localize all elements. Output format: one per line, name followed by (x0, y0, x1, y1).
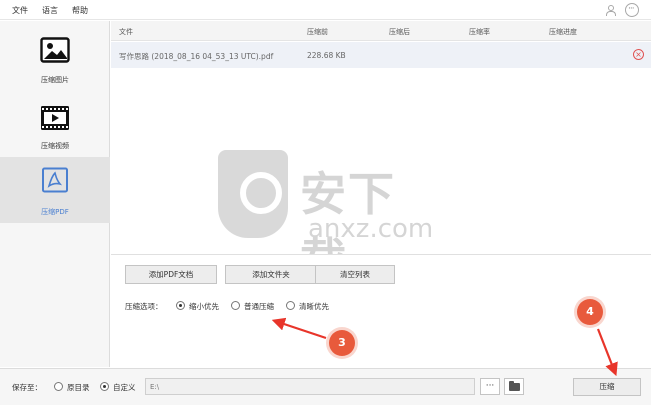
chat-icon[interactable] (625, 3, 639, 17)
save-bar: 保存至： 原目录 自定义 ··· 压缩 (0, 368, 651, 405)
sidebar: 压缩图片 压缩视频 压缩PDF (0, 21, 110, 367)
video-icon (41, 106, 69, 130)
browse-button[interactable]: ··· (480, 378, 500, 395)
open-folder-button[interactable] (504, 378, 524, 395)
sidebar-item-label: 压缩PDF (41, 208, 69, 216)
custom-dir-radio[interactable] (100, 382, 109, 391)
save-path-input[interactable] (145, 378, 475, 395)
menu-bar: 文件 语言 帮助 (0, 0, 651, 20)
original-dir-label[interactable]: 原目录 (67, 382, 90, 393)
add-pdf-button[interactable]: 添加PDF文档 (125, 265, 217, 284)
watermark-domain: anxz.com (308, 214, 434, 244)
add-folder-button[interactable]: 添加文件夹 (225, 265, 317, 284)
clear-list-button[interactable]: 清空列表 (315, 265, 395, 284)
option-size-first-label[interactable]: 缩小优先 (189, 301, 219, 312)
column-header-before[interactable]: 压缩前 (307, 27, 328, 37)
custom-dir-label[interactable]: 自定义 (113, 382, 136, 393)
column-header-rate[interactable]: 压缩率 (469, 27, 490, 37)
option-normal-label[interactable]: 普通压缩 (244, 301, 274, 312)
size-before-cell: 228.68 KB (307, 51, 346, 60)
menu-language[interactable]: 语言 (42, 5, 58, 16)
sidebar-item-compress-video[interactable]: 压缩视频 (0, 99, 110, 165)
column-header-after[interactable]: 压缩后 (389, 27, 410, 37)
option-clarity-first-radio[interactable] (286, 301, 295, 310)
remove-file-icon[interactable]: × (633, 49, 644, 60)
annotation-step-3: 3 (329, 330, 355, 356)
file-name-cell: 写作思路 (2018_08_16 04_53_13 UTC).pdf (119, 52, 274, 61)
column-header-file[interactable]: 文件 (119, 27, 133, 37)
sidebar-item-label: 压缩图片 (41, 76, 69, 84)
compress-button[interactable]: 压缩 (573, 378, 641, 396)
watermark: 安下载 anxz.com (210, 150, 440, 287)
option-clarity-first-label[interactable]: 清晰优先 (299, 301, 329, 312)
watermark-shield-logo (218, 150, 288, 238)
annotation-step-4: 4 (577, 299, 603, 325)
original-dir-radio[interactable] (54, 382, 63, 391)
file-table-header: 文件 压缩前 压缩后 压缩率 压缩进度 (111, 21, 651, 41)
sidebar-item-label: 压缩视频 (41, 142, 69, 150)
column-header-progress[interactable]: 压缩进度 (549, 27, 577, 37)
menu-help[interactable]: 帮助 (72, 5, 88, 16)
folder-icon (509, 381, 520, 391)
option-size-first-radio[interactable] (176, 301, 185, 310)
option-normal-radio[interactable] (231, 301, 240, 310)
compress-options-label: 压缩选项： (125, 302, 163, 311)
menu-file[interactable]: 文件 (12, 5, 28, 16)
pdf-icon (42, 167, 68, 193)
user-icon[interactable] (604, 3, 618, 17)
sidebar-item-compress-image[interactable]: 压缩图片 (0, 29, 110, 95)
sidebar-item-compress-pdf[interactable]: 压缩PDF (0, 157, 110, 223)
save-to-label: 保存至： (12, 383, 42, 392)
action-panel: 添加PDF文档 添加文件夹 清空列表 压缩选项： 缩小优先 普通压缩 清晰优先 (111, 254, 651, 367)
table-row[interactable]: 写作思路 (2018_08_16 04_53_13 UTC).pdf 228.6… (111, 42, 651, 68)
image-icon (40, 37, 70, 63)
